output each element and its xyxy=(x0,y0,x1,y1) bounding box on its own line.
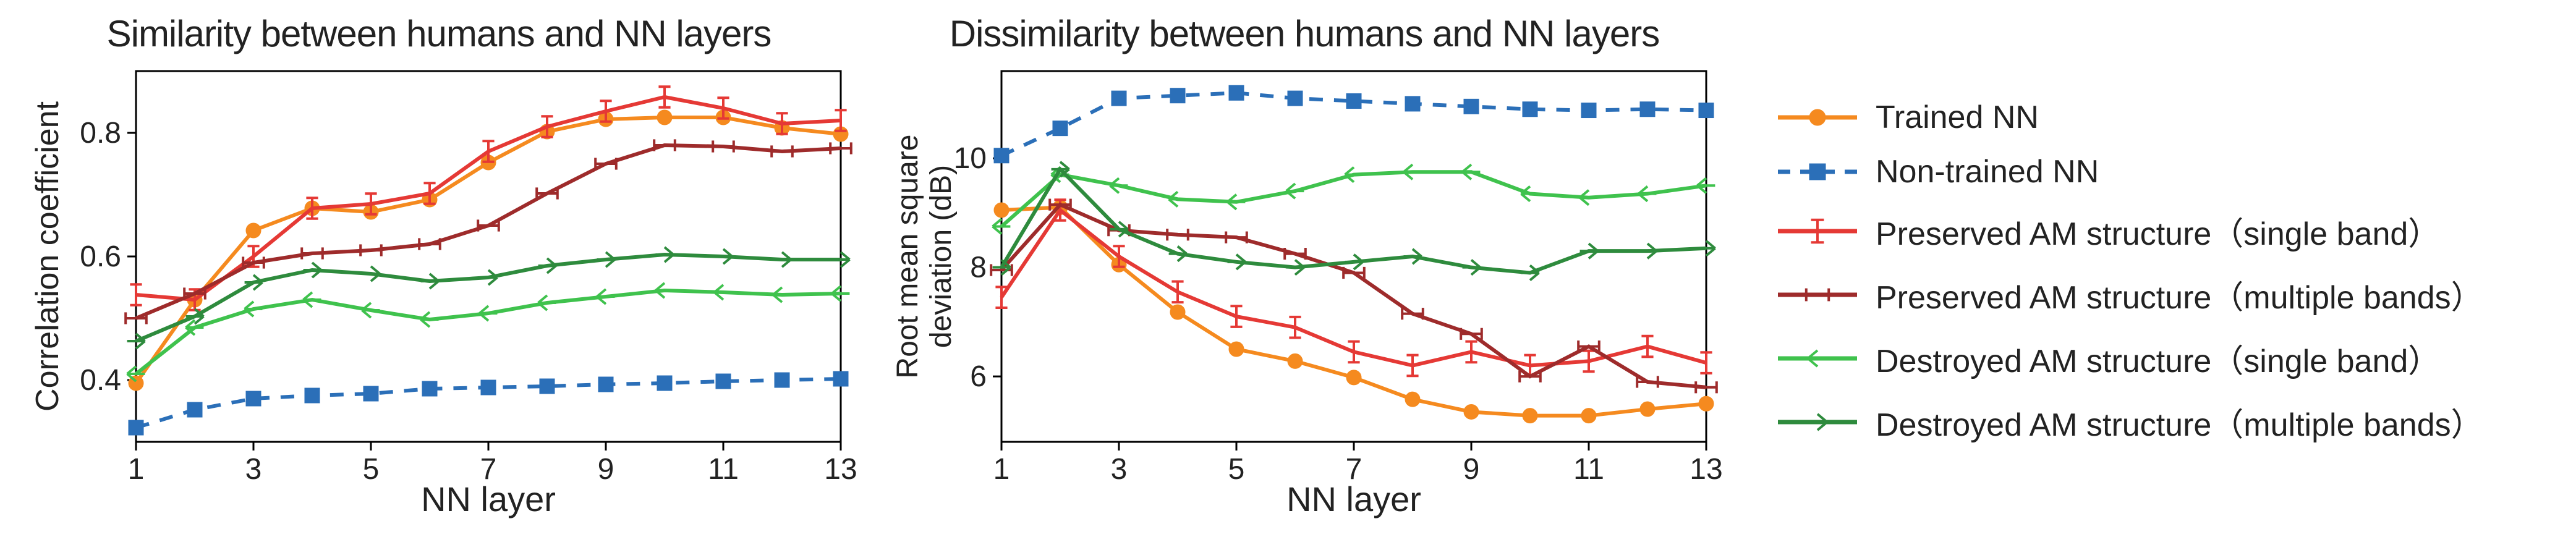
chart-title-similarity: Similarity between humans and NN layers xyxy=(107,12,772,55)
svg-text:Correlation coefficient: Correlation coefficient xyxy=(30,101,66,412)
legend-swatch-circle-icon xyxy=(1774,99,1861,136)
svg-text:11: 11 xyxy=(708,453,739,486)
chart-title-dissimilarity: Dissimilarity between humans and NN laye… xyxy=(950,12,1659,55)
legend-swatch-xtick-icon xyxy=(1774,213,1861,250)
svg-text:6: 6 xyxy=(970,360,987,393)
legend-label: Trained NN xyxy=(1876,99,2039,136)
svg-text:5: 5 xyxy=(1228,453,1245,486)
legend-swatch-left-icon xyxy=(1774,340,1861,377)
figure-container: Similarity between humans and NN layers … xyxy=(0,0,2576,550)
svg-text:1: 1 xyxy=(993,453,1010,486)
legend-swatch-square-icon xyxy=(1774,153,1861,190)
legend-item: Non-trained NN xyxy=(1774,153,2483,190)
svg-text:3: 3 xyxy=(245,453,262,486)
svg-text:Root mean square: Root mean square xyxy=(891,135,924,379)
svg-text:NN layer: NN layer xyxy=(1286,480,1421,518)
legend-item: Destroyed AM structure（multiple bands） xyxy=(1774,399,2483,445)
svg-text:9: 9 xyxy=(1463,453,1480,486)
svg-text:NN layer: NN layer xyxy=(421,480,556,518)
chart-dissimilarity: Dissimilarity between humans and NN laye… xyxy=(884,12,1725,528)
svg-text:11: 11 xyxy=(1573,453,1604,486)
legend-item: Trained NN xyxy=(1774,99,2483,136)
svg-text:0.6: 0.6 xyxy=(80,240,121,273)
svg-text:deviation (dB): deviation (dB) xyxy=(925,165,958,348)
legend-item: Preserved AM structure（single band） xyxy=(1774,208,2483,254)
svg-text:8: 8 xyxy=(970,252,987,284)
svg-text:0.4: 0.4 xyxy=(80,364,121,397)
legend-swatch-ytick-icon xyxy=(1774,276,1861,313)
legend-label: Non-trained NN xyxy=(1876,153,2099,190)
svg-text:13: 13 xyxy=(1690,453,1722,486)
svg-text:9: 9 xyxy=(598,453,614,486)
svg-text:13: 13 xyxy=(824,453,857,486)
chart-plot-similarity: 0.40.60.8135791113NN layerCorrelation co… xyxy=(19,59,859,528)
svg-text:5: 5 xyxy=(363,453,380,486)
legend-label: Destroyed AM structure（multiple bands） xyxy=(1876,399,2483,445)
svg-text:10: 10 xyxy=(954,142,987,175)
svg-text:1: 1 xyxy=(128,453,145,486)
svg-text:3: 3 xyxy=(1111,453,1128,486)
legend-item: Destroyed AM structure（single band） xyxy=(1774,335,2483,381)
legend-label: Preserved AM structure（single band） xyxy=(1876,208,2440,254)
chart-plot-dissimilarity: 6810135791113NN layerRoot mean squaredev… xyxy=(884,59,1725,528)
svg-text:0.8: 0.8 xyxy=(80,117,121,150)
legend-swatch-right-icon xyxy=(1774,404,1861,441)
chart-similarity: Similarity between humans and NN layers … xyxy=(19,12,859,528)
legend: Trained NN Non-trained NN Preserved AM s… xyxy=(1749,12,2483,445)
legend-label: Preserved AM structure（multiple bands） xyxy=(1876,271,2483,318)
legend-item: Preserved AM structure（multiple bands） xyxy=(1774,271,2483,318)
legend-label: Destroyed AM structure（single band） xyxy=(1876,335,2440,381)
